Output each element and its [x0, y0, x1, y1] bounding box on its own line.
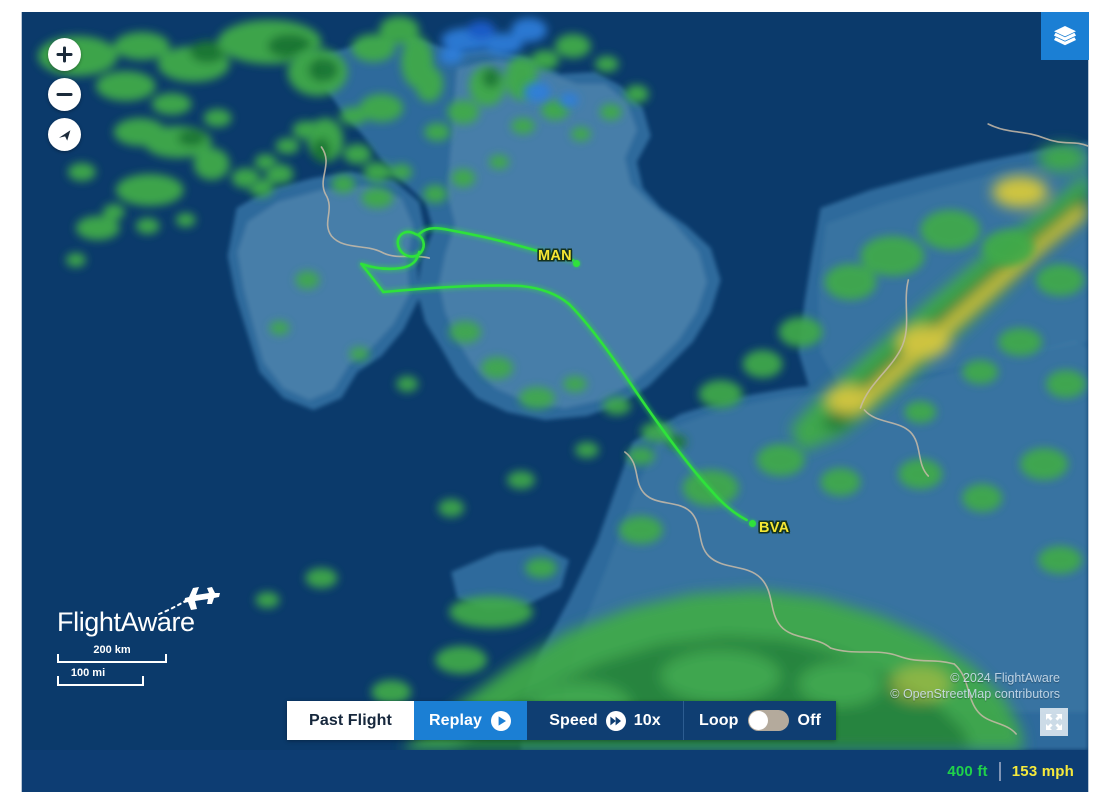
altitude-readout: 400 ft	[947, 762, 988, 780]
expand-icon	[1046, 714, 1062, 730]
map-basemap-svg	[22, 12, 1088, 750]
speed-control[interactable]: Speed 10x	[527, 701, 684, 740]
flight-status-bar: 400 ft 153 mph	[21, 750, 1089, 792]
loop-state-label: Off	[797, 711, 821, 729]
loop-label: Loop	[699, 711, 739, 729]
zoom-out-button[interactable]	[48, 78, 81, 111]
airport-marker-bva[interactable]	[749, 520, 756, 527]
replay-label: Replay	[428, 711, 483, 729]
compass-button[interactable]	[48, 118, 81, 151]
minus-icon	[56, 93, 73, 96]
map-zoom-controls	[48, 38, 81, 151]
speed-value: 10x	[633, 711, 661, 729]
past-flight-label: Past Flight	[309, 711, 392, 729]
plus-icon	[56, 46, 73, 63]
fast-forward-icon	[605, 710, 626, 731]
speed-readout: 153 mph	[1011, 762, 1074, 780]
status-divider	[998, 761, 1001, 781]
zoom-in-button[interactable]	[48, 38, 81, 71]
loop-control[interactable]: Loop Off	[684, 701, 836, 740]
replay-button[interactable]: Replay	[414, 701, 527, 740]
flight-tracker-screen: MAN BVA FlightAware 200 km 100 mi © 2024…	[0, 0, 1110, 803]
map-canvas[interactable]: MAN BVA FlightAware 200 km 100 mi © 2024…	[21, 12, 1089, 750]
loop-toggle[interactable]	[747, 710, 789, 731]
speed-label: Speed	[549, 711, 598, 729]
loop-toggle-knob	[748, 711, 768, 730]
layers-stack-icon	[1054, 26, 1076, 46]
play-icon	[491, 710, 512, 731]
map-tiles	[22, 12, 1088, 750]
map-layers-button[interactable]	[1041, 12, 1089, 60]
airport-marker-man[interactable]	[573, 260, 580, 267]
fullscreen-button[interactable]	[1040, 708, 1068, 736]
past-flight-tab[interactable]: Past Flight	[287, 701, 414, 740]
compass-arrow-icon	[58, 129, 70, 141]
playback-control-bar: Past Flight Replay Speed 10x Loop Off	[287, 701, 836, 740]
